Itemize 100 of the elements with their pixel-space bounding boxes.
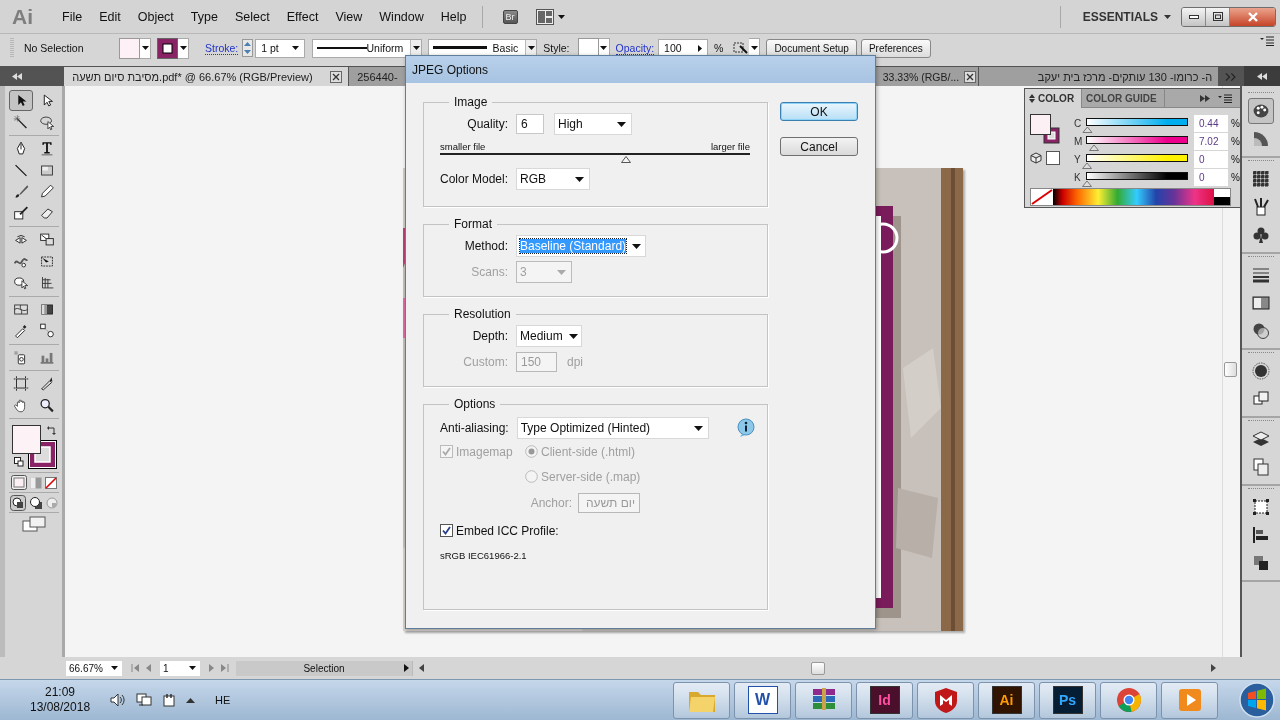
stroke-profile-dropdown[interactable]: Uniform (312, 38, 423, 58)
close-button[interactable] (1230, 7, 1275, 26)
channel-value-field[interactable]: 0 (1194, 150, 1228, 168)
volume-icon[interactable] (110, 693, 127, 707)
network-icon[interactable] (136, 693, 153, 707)
stroke-weight-field[interactable]: 1 pt (255, 38, 306, 58)
caret-icon (412, 46, 420, 50)
field-label: Quality: (466, 117, 508, 131)
menu-item[interactable]: File (54, 7, 90, 26)
menu-item[interactable]: Effect (278, 7, 326, 26)
scrollbar-thumb[interactable] (1224, 362, 1237, 377)
draw-behind-icon[interactable] (29, 495, 43, 510)
language-indicator[interactable]: HE (215, 694, 231, 706)
dialog-button[interactable]: Cancel (780, 137, 858, 156)
panel-menu-icon[interactable] (1218, 93, 1232, 103)
toolbar-button[interactable]: Document Setup (766, 38, 857, 58)
slider-thumb[interactable] (1082, 180, 1092, 187)
color-mode-icon[interactable] (10, 475, 27, 490)
radio-button[interactable] (525, 470, 538, 483)
scroll-right-icon[interactable] (1211, 664, 1216, 672)
screen-mode-icon[interactable] (22, 516, 46, 532)
channel-value-field[interactable]: 0 (1194, 168, 1228, 186)
recolor-icon[interactable] (731, 40, 750, 56)
dialog-button[interactable]: OK (780, 102, 858, 121)
fill-swatch[interactable] (119, 37, 140, 59)
field-label: Anchor: (529, 495, 572, 510)
color-spectrum[interactable] (1053, 189, 1214, 205)
percent-label: % (1231, 171, 1240, 183)
fill-color-swatch[interactable] (12, 425, 41, 454)
fill-stroke-swatch[interactable] (1030, 114, 1060, 144)
slider-thumb[interactable] (621, 156, 631, 163)
line-preview-icon (317, 46, 368, 50)
menu-item[interactable]: Select (226, 7, 277, 26)
taskbar-button[interactable]: Ai (978, 681, 1035, 719)
anti-aliasing-dropdown[interactable]: Type Optimized (Hinted) (516, 417, 709, 439)
app-icon: Id (869, 686, 900, 714)
checkbox[interactable] (440, 524, 453, 537)
selection-tool[interactable] (9, 90, 33, 111)
taskbar-button[interactable]: W (734, 681, 791, 719)
workspace-switcher[interactable]: ESSENTIALS (1082, 9, 1158, 24)
preset-swatch[interactable] (1214, 189, 1230, 205)
default-colors-icon[interactable] (14, 457, 24, 467)
stroke-swatch[interactable] (157, 37, 178, 59)
menu-item[interactable]: Edit (91, 7, 128, 26)
toolbar-button[interactable]: Preferences (860, 38, 931, 58)
slider-thumb[interactable] (1082, 162, 1092, 169)
quality-dropdown[interactable]: High (554, 113, 632, 135)
channel-value-field[interactable]: 7.02 (1194, 132, 1228, 150)
start-button[interactable] (1238, 681, 1276, 719)
swap-icon[interactable] (47, 425, 57, 435)
minimize-button[interactable] (1182, 7, 1206, 26)
info-icon[interactable] (735, 418, 756, 438)
artboard-field[interactable]: 1 (160, 660, 200, 676)
collapse-icon[interactable] (1257, 72, 1267, 80)
zoom-field[interactable]: 66.67% (66, 660, 122, 676)
status-tool-menu[interactable]: Selection (236, 660, 412, 676)
close-icon[interactable] (964, 70, 977, 83)
menu-item[interactable]: Object (129, 7, 181, 26)
taskbar-button[interactable]: Id (856, 681, 913, 719)
none-swatch-icon[interactable] (1031, 189, 1053, 205)
spinner-icon[interactable] (242, 39, 254, 57)
document-tab[interactable]: ה- כרומו- 130 עותקים- מרכז בית יעקב (979, 67, 1220, 86)
scrollbar-thumb[interactable] (811, 661, 825, 675)
taskbar-button[interactable] (673, 681, 730, 719)
collapse-panel-icon[interactable] (1200, 94, 1210, 102)
show-hidden-icons-icon[interactable] (186, 697, 196, 703)
radio-button[interactable] (525, 445, 538, 458)
power-icon[interactable] (162, 693, 177, 707)
channel-value-field[interactable]: 0.44 (1194, 114, 1228, 132)
taskbar-button[interactable] (795, 681, 852, 719)
quality-field[interactable]: 6 (516, 114, 544, 134)
taskbar-button[interactable]: Ps (1039, 681, 1096, 719)
scroll-left-icon[interactable] (419, 664, 424, 672)
menu-item[interactable]: View (327, 7, 370, 26)
stroke-link[interactable]: Stroke: (205, 41, 239, 55)
draw-normal-icon[interactable] (10, 494, 27, 511)
layout-icon[interactable] (535, 8, 554, 25)
collapse-icon[interactable] (12, 72, 22, 80)
panel-tab[interactable]: COLOR GUIDE (1082, 88, 1165, 108)
close-icon[interactable] (330, 70, 343, 83)
menu-item[interactable]: Help (432, 7, 474, 26)
panel-tab[interactable]: COLOR (1025, 88, 1083, 108)
none-mode-icon[interactable] (45, 476, 58, 489)
slider-thumb[interactable] (1082, 126, 1093, 133)
caret-icon (141, 46, 149, 50)
taskbar-button[interactable] (1100, 681, 1157, 719)
menu-item[interactable]: Type (182, 7, 225, 26)
panel-menu-icon[interactable] (1260, 36, 1274, 46)
taskbar-button[interactable] (1161, 681, 1218, 719)
maximize-button[interactable] (1206, 7, 1230, 26)
palette-icon[interactable] (1248, 98, 1274, 124)
color-model-dropdown[interactable]: RGB (516, 168, 591, 190)
web-safe-swatch[interactable] (1046, 151, 1060, 165)
bridge-button[interactable]: Br (502, 9, 518, 24)
taskbar-button[interactable] (917, 681, 974, 719)
quality-slider[interactable] (440, 153, 750, 162)
depth-dropdown[interactable]: Medium (516, 325, 582, 347)
opacity-link[interactable]: Opacity: (615, 41, 655, 55)
menu-item[interactable]: Window (371, 7, 431, 26)
document-tab[interactable]: מסיבת סיום תשעה.pdf* @ 66.67% (RGB/Preview) (64, 67, 350, 86)
